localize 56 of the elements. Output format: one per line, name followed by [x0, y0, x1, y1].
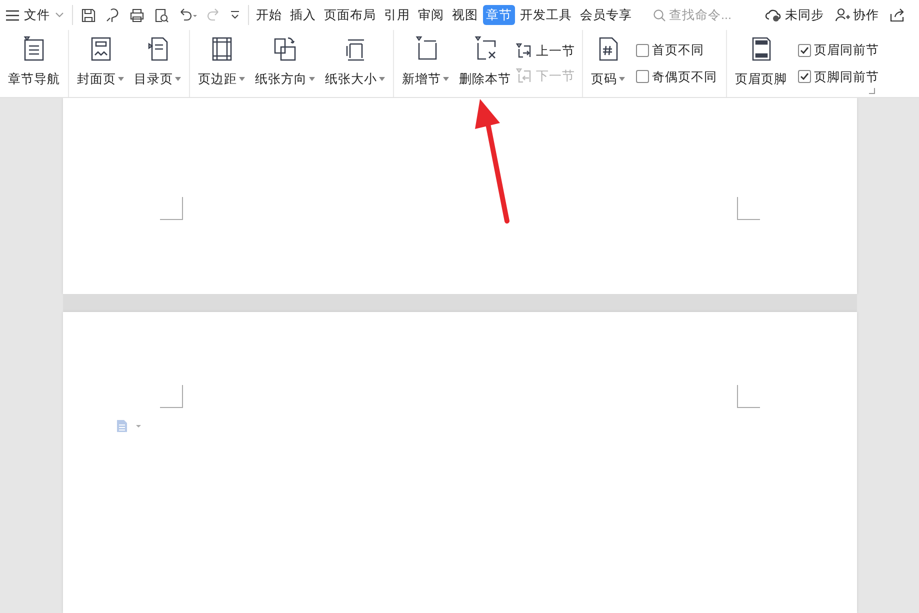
print-icon[interactable]	[129, 8, 145, 22]
ribbon-tab[interactable]: 视图	[449, 4, 481, 26]
ribbon-button[interactable]: 新增节	[397, 32, 454, 94]
ribbon-button[interactable]: 目录页	[129, 32, 186, 94]
ribbon-tab[interactable]: 开始	[253, 4, 285, 26]
ribbon-tab[interactable]: 引用	[381, 4, 413, 26]
section-nav-button[interactable]: 上一节	[516, 42, 575, 60]
ribbon-tab[interactable]: 会员专享	[577, 4, 635, 26]
sync-button[interactable]: 未同步	[765, 6, 824, 24]
checkbox-option[interactable]: 页眉同前节	[798, 40, 879, 60]
ribbon-button[interactable]: 页边距	[193, 32, 250, 94]
checkbox[interactable]	[636, 44, 649, 57]
ribbon-button[interactable]: 页码	[586, 32, 630, 94]
share-icon[interactable]	[890, 8, 905, 22]
ribbon-button[interactable]: 章节导航	[3, 32, 65, 94]
caret-icon	[619, 77, 625, 82]
ribbon-button[interactable]: 纸张大小	[320, 32, 390, 94]
ribbon-button[interactable]: 删除本节	[454, 32, 516, 94]
search-field[interactable]: 查找命令...	[653, 6, 761, 24]
caret-icon	[118, 77, 124, 82]
checkbox[interactable]	[798, 70, 811, 84]
checkbox-option[interactable]: 奇偶页不同	[636, 68, 717, 86]
menu-icon	[6, 10, 19, 20]
margin-corner-mark	[160, 385, 182, 408]
ribbon-tab[interactable]: 开发工具	[517, 4, 575, 26]
ribbon-tab[interactable]: 审阅	[415, 4, 447, 26]
margin-corner-mark	[736, 197, 760, 220]
ribbon-tab[interactable]: 插入	[287, 4, 319, 26]
ribbon-tab[interactable]: 页面布局	[321, 4, 379, 26]
collab-button[interactable]: 协作	[835, 6, 879, 24]
chevron-down-icon[interactable]	[230, 10, 240, 20]
caret-icon	[309, 77, 315, 82]
file-menu[interactable]: 文件	[0, 6, 72, 24]
arrow-right-icon	[516, 43, 532, 60]
ribbon-button[interactable]: 纸张方向	[250, 32, 320, 94]
caret-icon	[379, 77, 385, 82]
checkbox[interactable]	[798, 44, 811, 57]
checkbox[interactable]	[636, 70, 649, 84]
chevron-down-icon	[55, 12, 64, 18]
add-user-icon	[835, 8, 850, 22]
caret-icon	[239, 77, 245, 82]
caret-icon	[175, 77, 181, 82]
search-icon	[653, 8, 666, 22]
ribbon-button[interactable]: 封面页	[72, 32, 129, 94]
arrow-left-icon	[516, 68, 532, 84]
dialog-launcher-icon[interactable]	[869, 88, 875, 94]
margin-corner-mark	[736, 385, 760, 408]
ribbon-button[interactable]: 页眉页脚	[730, 32, 792, 94]
checkbox-option[interactable]: 页脚同前节	[798, 68, 879, 86]
print-preview-icon[interactable]	[154, 8, 169, 22]
margin-corner-mark	[160, 197, 182, 220]
undo-icon[interactable]	[178, 8, 198, 22]
caret-icon	[443, 77, 449, 82]
save-icon[interactable]	[81, 8, 96, 22]
checkbox-option[interactable]: 首页不同	[636, 40, 717, 60]
cloud-icon	[765, 8, 782, 22]
